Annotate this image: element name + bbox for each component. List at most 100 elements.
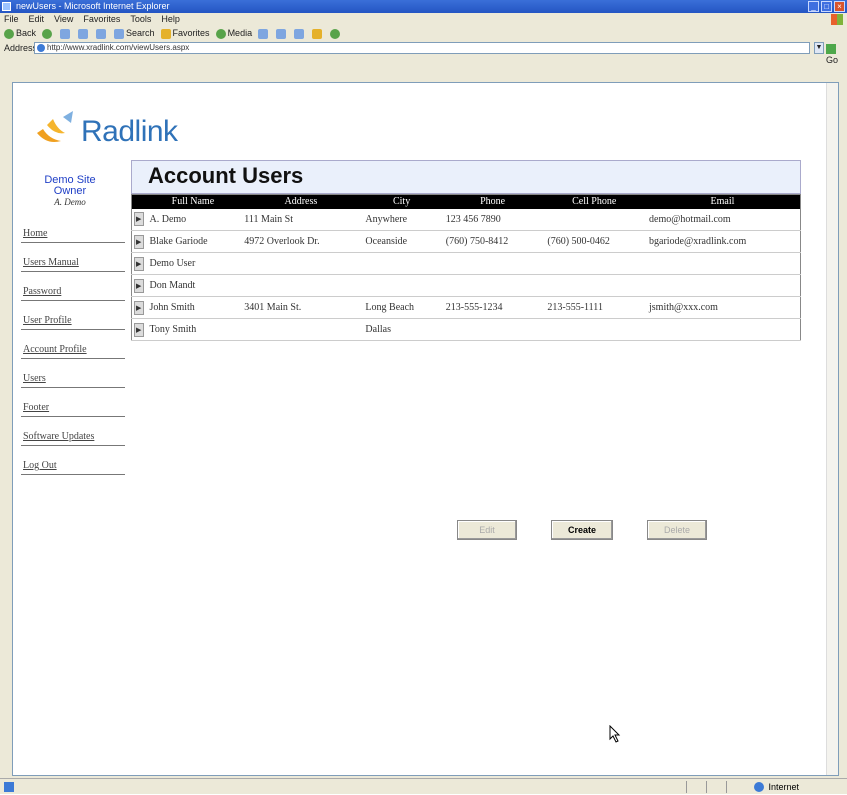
mail-icon [276, 28, 287, 39]
go-button[interactable]: Go [826, 42, 847, 66]
edit-page-button[interactable] [312, 26, 324, 40]
nav-password[interactable]: Password [21, 272, 125, 301]
cell-city: Long Beach [361, 296, 442, 319]
search-button[interactable]: Search [114, 26, 155, 40]
page-title: Account Users [148, 163, 304, 188]
status-divider [686, 781, 687, 793]
vertical-scrollbar[interactable] [826, 83, 838, 775]
owner-name: A. Demo [54, 197, 86, 207]
messenger-icon [330, 28, 341, 39]
col-city: City [361, 194, 442, 209]
cell-city: Oceanside [361, 230, 442, 253]
nav-users-manual[interactable]: Users Manual [21, 243, 125, 272]
cell-full-name: Tony Smith [145, 318, 241, 341]
history-icon [258, 28, 269, 39]
row-select-button[interactable]: ▶ [131, 252, 146, 275]
mail-button[interactable] [276, 26, 288, 40]
col-phone: Phone [441, 194, 544, 209]
logo-text: Radlink [81, 115, 178, 148]
nav-account-profile[interactable]: Account Profile [21, 330, 125, 359]
nav-software-updates[interactable]: Software Updates [21, 417, 125, 446]
address-input[interactable]: http://www.xradlink.com/viewUsers.aspx [34, 42, 810, 54]
table-row[interactable]: ▶ A. Demo 111 Main St Anywhere 123 456 7… [131, 208, 801, 231]
cell-city: Anywhere [361, 208, 442, 231]
nav-user-profile[interactable]: User Profile [21, 301, 125, 330]
table-row[interactable]: ▶ Don Mandt [131, 274, 801, 297]
row-select-button[interactable]: ▶ [131, 230, 146, 253]
cell-full-name: Blake Gariode [145, 230, 241, 253]
col-select [131, 194, 146, 209]
main-content: Account Users Full Name Address City Pho… [131, 160, 801, 540]
row-select-button[interactable]: ▶ [131, 296, 146, 319]
stop-button[interactable] [60, 26, 72, 40]
cell-phone: 123 456 7890 [441, 208, 544, 231]
table-row[interactable]: ▶ Tony Smith Dallas [131, 318, 801, 341]
window-title: newUsers - Microsoft Internet Explorer [16, 1, 170, 11]
cell-address [240, 318, 362, 341]
cell-full-name: John Smith [145, 296, 241, 319]
go-arrow-icon [826, 43, 836, 54]
address-bar: Address http://www.xradlink.com/viewUser… [0, 40, 847, 65]
cell-cell-phone [543, 274, 645, 297]
create-button[interactable]: Create [551, 520, 613, 540]
cell-address: 111 Main St [240, 208, 362, 231]
close-icon[interactable]: × [834, 1, 845, 12]
row-select-button[interactable]: ▶ [131, 274, 146, 297]
cell-email: demo@hotmail.com [645, 208, 801, 231]
maximize-icon[interactable]: □ [821, 1, 832, 12]
table-row[interactable]: ▶ John Smith 3401 Main St. Long Beach 21… [131, 296, 801, 319]
menu-favorites[interactable]: Favorites [83, 13, 120, 26]
favorites-button[interactable]: Favorites [160, 26, 210, 40]
menu-file[interactable]: File [4, 13, 19, 26]
refresh-button[interactable] [78, 26, 90, 40]
cell-full-name: A. Demo [145, 208, 241, 231]
home-button[interactable] [96, 26, 108, 40]
minimize-icon[interactable]: _ [808, 1, 819, 12]
address-dropdown-icon[interactable]: ▼ [814, 42, 824, 54]
row-select-arrow-icon: ▶ [133, 212, 144, 227]
cell-cell-phone [543, 318, 645, 341]
forward-button[interactable] [42, 26, 54, 40]
table-header-row: Full Name Address City Phone Cell Phone … [131, 194, 801, 209]
cell-email [645, 274, 801, 297]
refresh-icon [78, 28, 89, 39]
print-button[interactable] [294, 26, 306, 40]
cell-cell-phone: 213-555-1111 [543, 296, 645, 319]
internet-globe-icon [754, 782, 765, 792]
done-page-icon [4, 782, 14, 792]
cell-email [645, 252, 801, 275]
table-row[interactable]: ▶ Blake Gariode 4972 Overlook Dr. Oceans… [131, 230, 801, 253]
status-divider [726, 781, 727, 793]
edit-button[interactable]: Edit [457, 520, 517, 540]
messenger-button[interactable] [330, 26, 342, 40]
nav-home[interactable]: Home [21, 214, 125, 243]
row-select-arrow-icon: ▶ [133, 300, 144, 315]
cell-city [361, 274, 442, 297]
nav-footer[interactable]: Footer [21, 388, 125, 417]
nav-users[interactable]: Users [21, 359, 125, 388]
menu-edit[interactable]: Edit [29, 13, 45, 26]
history-button[interactable] [258, 26, 270, 40]
back-button[interactable]: Back [4, 26, 36, 40]
go-label: Go [826, 55, 839, 65]
folder-icon [312, 28, 323, 39]
cell-phone: 213-555-1234 [441, 296, 544, 319]
radlink-logo: Radlink [33, 101, 193, 157]
row-select-button[interactable]: ▶ [131, 208, 146, 231]
forward-arrow-icon [42, 28, 53, 39]
table-row[interactable]: ▶ Demo User [131, 252, 801, 275]
browser-window: newUsers - Microsoft Internet Explorer _… [0, 0, 847, 794]
menu-tools[interactable]: Tools [130, 13, 151, 26]
delete-button[interactable]: Delete [647, 520, 707, 540]
menu-view[interactable]: View [54, 13, 73, 26]
cell-address: 3401 Main St. [240, 296, 362, 319]
row-select-button[interactable]: ▶ [131, 318, 146, 341]
menu-help[interactable]: Help [161, 13, 180, 26]
home-icon [96, 28, 107, 39]
mouse-cursor-icon [609, 725, 621, 743]
title-bar: newUsers - Microsoft Internet Explorer _… [0, 0, 847, 13]
page-viewport: Radlink Demo Site Owner A. Demo Home Use… [12, 82, 839, 776]
menu-bar: File Edit View Favorites Tools Help [0, 13, 847, 26]
media-button[interactable]: Media [215, 26, 252, 40]
nav-log-out[interactable]: Log Out [21, 446, 125, 475]
